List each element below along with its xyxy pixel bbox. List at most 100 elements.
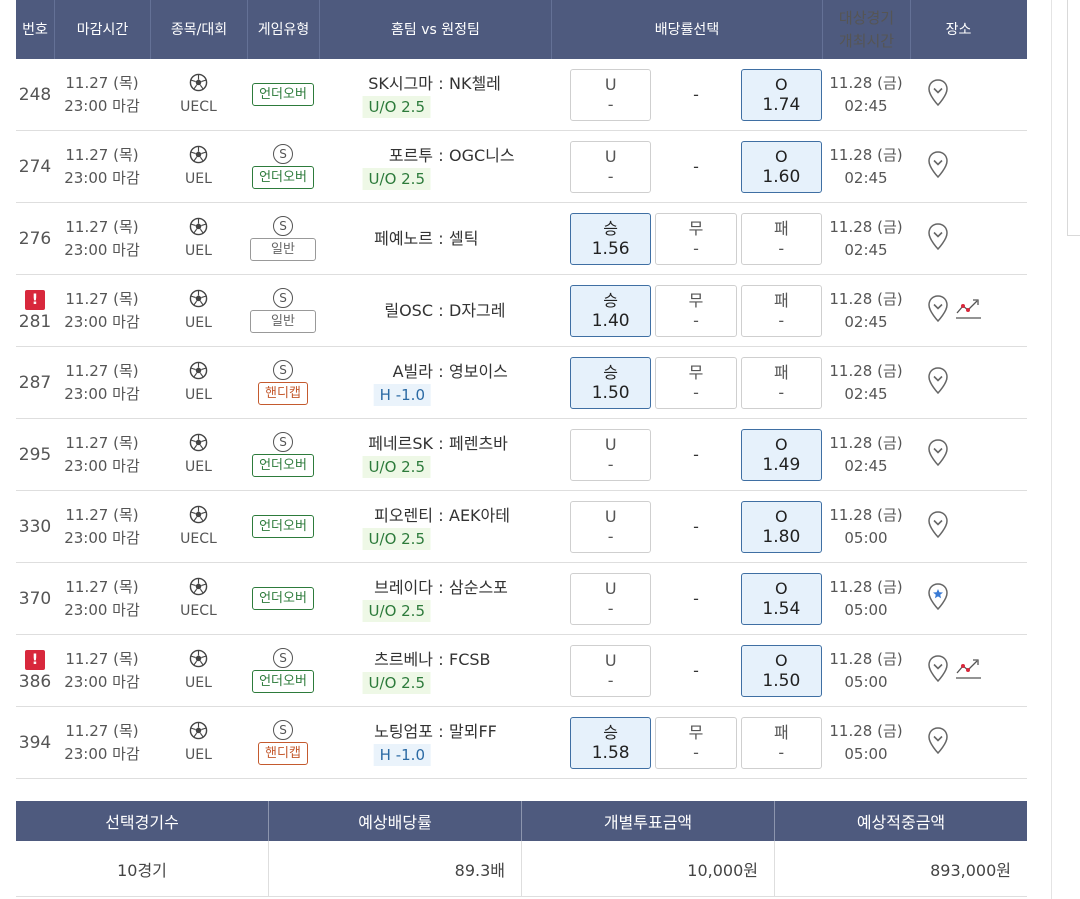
deadline-time: 23:00 마감 [64,744,140,763]
odds-lose-label: 패 [773,722,789,742]
deadline-time: 23:00 마감 [64,456,140,475]
odds-draw[interactable]: 무- [655,716,737,769]
game-type-cell: 언더오버 [247,59,319,130]
row-number-cell: 330 [16,491,54,562]
odds-draw[interactable]: 무- [655,212,737,265]
start-date: 11.28 (금) [829,577,903,596]
odds-cell: U - - O 1.60 [551,131,823,202]
table-row: 295 11.27 (목) 23:00 마감 UEL S 언더오버 페네르SK: 페렌츠바 U/… [16,419,1027,491]
home-team: 페네르SK [368,433,433,453]
odds-lose-label: 패 [773,362,789,382]
odds-win[interactable]: 승 1.50 [570,356,652,409]
summary-values: 10경기 89.3배 10,000원 893,000원 [16,841,1027,897]
col-number: 번호 [22,21,48,38]
vs-separator: : [438,505,444,525]
odds-under[interactable]: U- [570,428,652,481]
odds-lose-value: - [778,238,785,258]
pin-icon[interactable] [926,366,950,400]
pin-icon[interactable] [926,78,950,112]
odds-under[interactable]: U- [570,500,652,553]
soccer-ball-icon [189,217,208,242]
start-date: 11.28 (금) [829,73,903,92]
row-number-cell: 295 [16,419,54,490]
league-label: UEL [185,314,212,331]
league-label: UEL [185,458,212,475]
pin-icon[interactable] [926,726,950,760]
odds-win[interactable]: 승 1.40 [570,284,652,337]
start-cell: 11.28 (금) 05:00 [822,635,910,706]
line-tag: U/O 2.5 [362,455,431,478]
match-cell: A빌라: 영보이스 H -1.0 [319,347,551,418]
odds-lose-value: - [778,310,785,330]
odds-over[interactable]: O 1.74 [740,68,823,121]
odds-under[interactable]: U- [570,644,652,697]
odds-lose-value: - [778,742,785,762]
deadline-date: 11.27 (목) [65,73,139,92]
vs-separator: : [438,577,444,597]
odds-over[interactable]: O 1.80 [740,500,823,553]
odds-under[interactable]: U- [570,68,652,121]
odds-over[interactable]: O 1.54 [740,572,823,625]
summary-odds: 89.3배 [268,841,521,896]
pin-icon[interactable] [926,510,950,544]
odds-win[interactable]: 승 1.56 [570,212,652,265]
odds-lose[interactable]: 패- [740,356,822,409]
start-cell: 11.28 (금) 02:45 [822,419,910,490]
trend-chart-icon[interactable] [954,296,982,326]
star-pin-icon[interactable] [926,582,950,616]
start-date: 11.28 (금) [829,289,903,308]
special-s-icon: S [273,360,293,380]
odds-over[interactable]: O 1.49 [740,428,823,481]
scrollbar[interactable] [1067,0,1080,236]
home-team: 피오렌티 [374,505,433,525]
odds-over[interactable]: O 1.50 [740,644,823,697]
start-cell: 11.28 (금) 05:00 [822,707,910,778]
odds-lose[interactable]: 패- [740,284,822,337]
odds-lose[interactable]: 패- [740,716,822,769]
deadline-cell: 11.27 (목) 23:00 마감 [54,59,150,130]
odds-under[interactable]: U- [570,572,652,625]
trend-chart-icon[interactable] [954,656,982,686]
soccer-ball-icon [189,505,208,530]
special-s-icon: S [273,648,293,668]
line-tag: U/O 2.5 [362,671,431,694]
soccer-ball-icon [189,433,208,458]
odds-lose[interactable]: 패- [740,212,822,265]
pin-icon[interactable] [926,222,950,256]
odds-draw-value: - [693,742,699,762]
deadline-cell: 11.27 (목) 23:00 마감 [54,275,150,346]
teams: A빌라: 영보이스 [319,360,551,384]
odds-win-value: 1.58 [591,742,630,763]
table-row: 394 11.27 (목) 23:00 마감 UEL S 핸디캡 노팅엄포: 말뫼FF H -1… [16,707,1027,779]
table-row: ! 281 11.27 (목) 23:00 마감 UEL S 일반 릴OSC: D자그레 승 1.4… [16,275,1027,347]
odds-under[interactable]: U- [570,140,652,193]
teams: SK시그마: NK첼레 [319,72,551,96]
odds-win[interactable]: 승 1.58 [570,716,652,769]
odds-cell: U - - O 1.80 [551,491,823,562]
game-type-badge: 언더오버 [252,587,314,610]
odds-over-value: 1.49 [762,454,801,475]
table-row: 274 11.27 (목) 23:00 마감 UEL S 언더오버 포르투: OGC니스 U/O… [16,131,1027,203]
odds-draw[interactable]: 무- [655,356,737,409]
pin-icon[interactable] [926,654,950,688]
pin-icon[interactable] [926,294,950,328]
place-cell [910,491,1006,562]
odds-draw[interactable]: 무- [655,284,737,337]
odds-cell: U - - O 1.50 [551,635,823,706]
deadline-time: 23:00 마감 [64,672,140,691]
game-type-badge: 핸디캡 [258,742,308,765]
sport-cell: UEL [150,131,247,202]
pin-icon[interactable] [926,150,950,184]
odds-win-value: 1.50 [591,382,630,403]
odds-over[interactable]: O 1.60 [740,140,823,193]
game-type-cell: S 언더오버 [247,131,319,202]
league-label: UECL [180,602,217,619]
odds-under-value: - [607,454,614,474]
game-type-cell: S 핸디캡 [247,347,319,418]
place-cell [910,347,1006,418]
odds-win-value: 1.40 [591,310,630,331]
special-s-icon: S [273,144,293,164]
match-cell: 페예노르: 셀틱 [319,203,551,274]
teams: 페예노르: 셀틱 [319,227,551,251]
pin-icon[interactable] [926,438,950,472]
